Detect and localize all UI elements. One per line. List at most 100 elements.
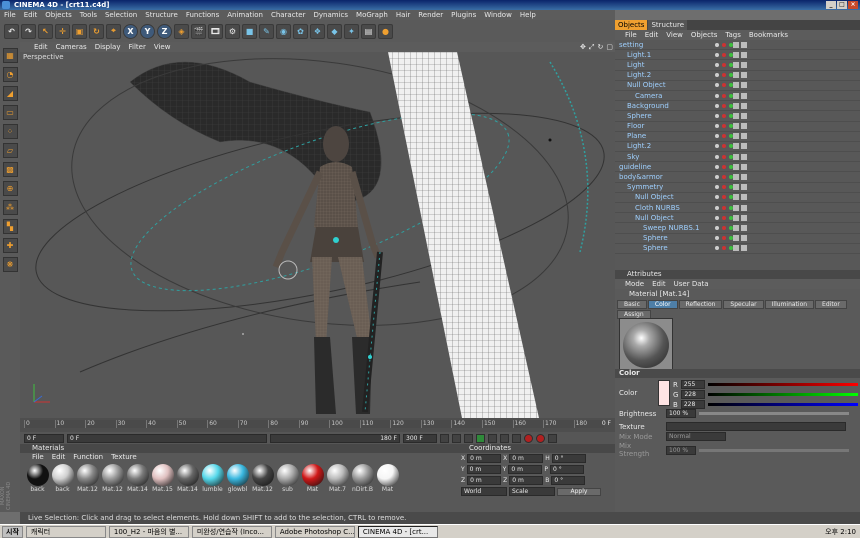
move-icon[interactable]: ✛ bbox=[55, 23, 70, 39]
object-row[interactable]: Light.1 bbox=[615, 50, 860, 61]
object-row[interactable]: Null Object bbox=[615, 81, 860, 91]
coordinate-field[interactable]: 0 m bbox=[466, 465, 501, 474]
color-b-slider[interactable] bbox=[707, 403, 858, 406]
record-icon[interactable] bbox=[524, 433, 533, 443]
edges-mode-icon[interactable]: ▱ bbox=[2, 143, 18, 158]
coordinate-field[interactable]: 0 m bbox=[467, 476, 502, 485]
uv-mode-icon[interactable]: ▚ bbox=[2, 219, 18, 234]
mix-strength-field[interactable]: 100 % bbox=[666, 445, 696, 455]
scene-icon[interactable]: ◆ bbox=[327, 23, 342, 39]
timeline[interactable]: 0 10 20 30 40 50 60 70 80 90 100 110 120 130 140 150 160… bbox=[20, 418, 615, 432]
object-row[interactable]: Floor bbox=[615, 122, 860, 132]
menu-item-objects[interactable]: Objects bbox=[45, 10, 71, 20]
apply-button[interactable]: Apply bbox=[557, 487, 601, 496]
object-visibility-flags[interactable] bbox=[715, 175, 733, 180]
taskbar-button[interactable]: 100_H2 - 마음의 별... bbox=[108, 525, 189, 538]
viewport-menu-view[interactable]: View bbox=[154, 42, 171, 52]
attr-tab-reflection[interactable]: Reflection bbox=[678, 300, 723, 309]
tweak-mode-icon[interactable]: ⁂ bbox=[2, 200, 18, 215]
texture-field[interactable] bbox=[666, 422, 846, 431]
object-menu-bookmarks[interactable]: Bookmarks bbox=[749, 30, 788, 40]
attributes-menu-edit[interactable]: Edit bbox=[652, 279, 666, 289]
materials-menu-file[interactable]: File bbox=[32, 453, 44, 462]
attr-tab-editor[interactable]: Editor bbox=[815, 300, 847, 309]
material-swatch[interactable]: Mat.12 bbox=[251, 464, 274, 493]
coordinate-system-icon[interactable]: ◈ bbox=[174, 23, 189, 39]
object-row[interactable]: Light bbox=[615, 60, 860, 71]
object-row[interactable]: Light.2 bbox=[615, 142, 860, 153]
object-menu-tags[interactable]: Tags bbox=[725, 30, 741, 40]
play-icon[interactable] bbox=[476, 433, 485, 443]
keyframe-selection-icon[interactable] bbox=[548, 433, 557, 443]
tab-objects[interactable]: Objects bbox=[615, 20, 648, 30]
object-row[interactable]: setting bbox=[615, 40, 860, 51]
viewport-zoom-icon[interactable]: ⤢ bbox=[589, 42, 595, 52]
material-swatch[interactable]: Mat.15 bbox=[151, 464, 174, 493]
go-to-start-icon[interactable] bbox=[440, 433, 449, 443]
undo-icon[interactable]: ↶ bbox=[4, 23, 19, 39]
object-menu-file[interactable]: File bbox=[625, 30, 637, 40]
color-swatch[interactable] bbox=[658, 380, 670, 406]
object-visibility-flags[interactable] bbox=[715, 185, 733, 190]
menu-item-dynamics[interactable]: Dynamics bbox=[314, 10, 349, 20]
prev-frame-icon[interactable] bbox=[464, 433, 473, 443]
live-selection-icon[interactable]: ↖ bbox=[38, 23, 53, 39]
object-visibility-flags[interactable] bbox=[715, 205, 733, 210]
snap-icon[interactable]: ✚ bbox=[2, 238, 18, 253]
brightness-slider[interactable] bbox=[699, 412, 849, 415]
object-visibility-flags[interactable] bbox=[715, 195, 733, 200]
scale-icon[interactable]: ▣ bbox=[72, 23, 87, 39]
materials-menu-edit[interactable]: Edit bbox=[52, 453, 66, 462]
object-visibility-flags[interactable] bbox=[715, 52, 733, 57]
tab-structure[interactable]: Structure bbox=[648, 20, 688, 30]
viewport-move-icon[interactable]: ✥ bbox=[580, 42, 586, 52]
go-to-end-icon[interactable] bbox=[512, 433, 521, 443]
deformer-icon[interactable]: ❖ bbox=[310, 23, 325, 39]
object-row[interactable]: Camera bbox=[615, 91, 860, 102]
menu-item-animation[interactable]: Animation bbox=[227, 10, 263, 20]
object-row[interactable]: Sphere bbox=[615, 111, 860, 122]
current-frame-field[interactable]: 0 F bbox=[24, 433, 64, 443]
material-swatch[interactable]: glowbl bbox=[226, 464, 249, 493]
minimize-button[interactable]: _ bbox=[826, 1, 836, 9]
maximize-button[interactable]: □ bbox=[837, 1, 847, 9]
attr-tab-illumination[interactable]: Illumination bbox=[764, 300, 815, 309]
menu-item-window[interactable]: Window bbox=[484, 10, 512, 20]
object-visibility-flags[interactable] bbox=[715, 154, 733, 159]
material-swatch[interactable]: back bbox=[26, 464, 49, 493]
coordinate-field[interactable]: 0 m bbox=[467, 454, 502, 463]
nurbs-icon[interactable]: ◉ bbox=[276, 23, 291, 39]
workplane-icon[interactable]: ▭ bbox=[2, 105, 18, 120]
recent-tool-icon[interactable]: ⌖ bbox=[106, 23, 121, 39]
light-icon[interactable]: ✦ bbox=[344, 23, 359, 39]
object-menu-objects[interactable]: Objects bbox=[691, 30, 717, 40]
next-key-icon[interactable] bbox=[500, 433, 509, 443]
brightness-field[interactable]: 100 % bbox=[666, 409, 696, 418]
camera-icon[interactable]: ▤ bbox=[361, 23, 376, 39]
coordinate-field[interactable]: 0 ° bbox=[551, 454, 586, 463]
materials-menu-texture[interactable]: Texture bbox=[111, 453, 137, 462]
close-button[interactable]: × bbox=[848, 1, 858, 9]
viewport-rotate-icon[interactable]: ↻ bbox=[598, 42, 604, 52]
polygons-mode-icon[interactable]: ▩ bbox=[2, 162, 18, 177]
object-row[interactable]: Null Object bbox=[615, 213, 860, 224]
color-b-field[interactable]: 228 bbox=[680, 400, 705, 409]
axis-mode-icon[interactable]: ⊕ bbox=[2, 181, 18, 196]
coordinate-mode-select[interactable]: World bbox=[461, 487, 507, 496]
object-visibility-flags[interactable] bbox=[715, 124, 733, 129]
color-g-slider[interactable] bbox=[708, 393, 859, 396]
display-mode-icon[interactable]: ● bbox=[378, 23, 393, 39]
mix-mode-select[interactable]: Normal bbox=[666, 432, 726, 441]
object-menu-view[interactable]: View bbox=[666, 30, 683, 40]
object-row[interactable]: body&armor bbox=[615, 172, 860, 183]
material-swatch[interactable]: Mat.7 bbox=[326, 464, 349, 493]
coordinate-size-select[interactable]: Scale bbox=[509, 487, 555, 496]
object-visibility-flags[interactable] bbox=[715, 134, 733, 139]
object-row[interactable]: Null Object bbox=[615, 193, 860, 203]
object-row[interactable]: Background bbox=[615, 101, 860, 112]
material-swatch[interactable]: Mat.12 bbox=[101, 464, 124, 493]
render-view-icon[interactable]: 🎬 bbox=[191, 23, 206, 39]
color-r-slider[interactable] bbox=[707, 383, 858, 386]
object-visibility-flags[interactable] bbox=[715, 42, 733, 47]
perspective-viewport[interactable]: Perspective bbox=[20, 52, 615, 418]
